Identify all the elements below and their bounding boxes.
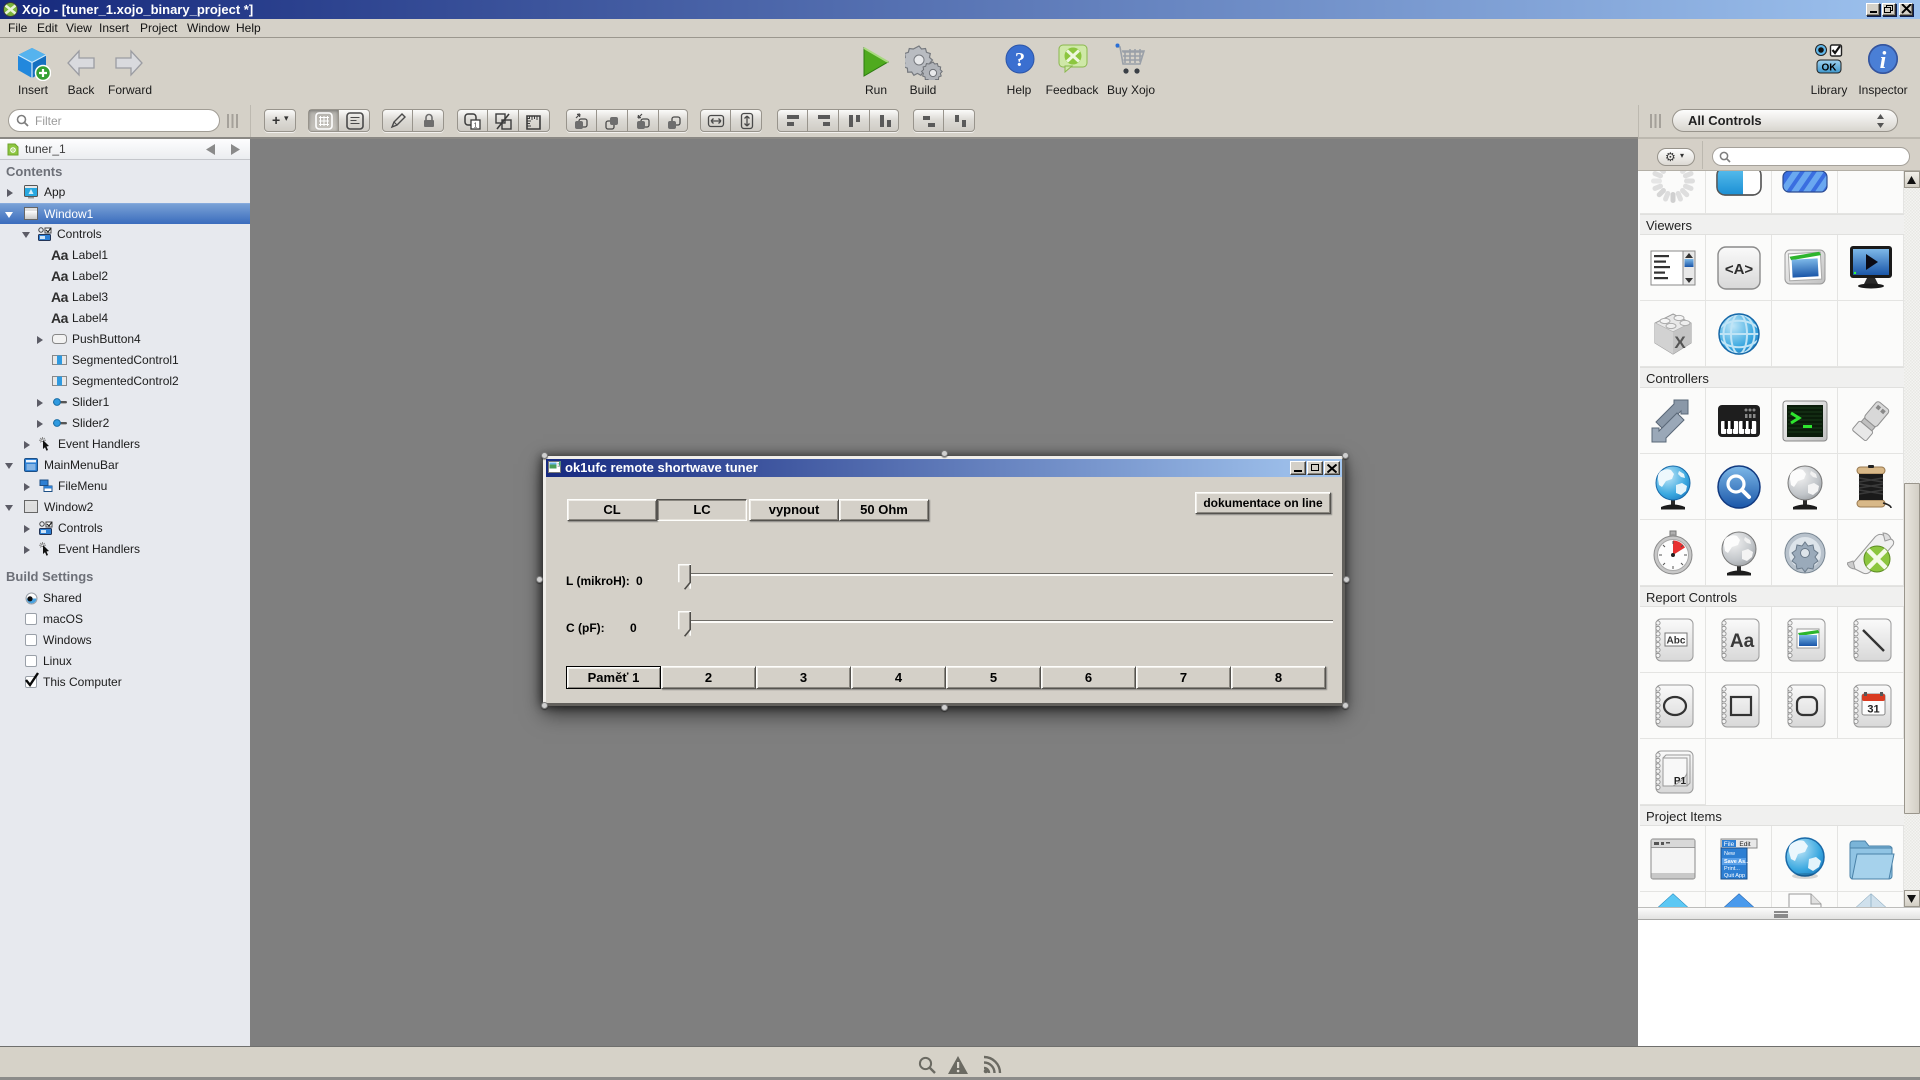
svg-text:New: New <box>1724 851 1735 857</box>
svg-text:<A>: <A> <box>1724 261 1753 278</box>
svg-text:OK: OK <box>1822 63 1838 74</box>
svg-text:1: 1 <box>474 123 478 130</box>
svg-text:i: i <box>1880 48 1887 74</box>
svg-text:Aa: Aa <box>1729 631 1754 652</box>
svg-text:Quit App: Quit App <box>1724 873 1745 879</box>
svg-text:Print...: Print... <box>1724 866 1740 872</box>
svg-text:X: X <box>1674 333 1686 352</box>
svg-text:Save As...: Save As... <box>1724 859 1750 865</box>
svg-text:Abc: Abc <box>1666 635 1685 646</box>
svg-text:P1: P1 <box>1673 776 1686 787</box>
svg-text:File: File <box>1723 841 1734 848</box>
svg-text:Edit: Edit <box>1739 841 1750 848</box>
svg-text:31: 31 <box>1867 703 1879 715</box>
svg-text:?: ? <box>1015 49 1025 71</box>
